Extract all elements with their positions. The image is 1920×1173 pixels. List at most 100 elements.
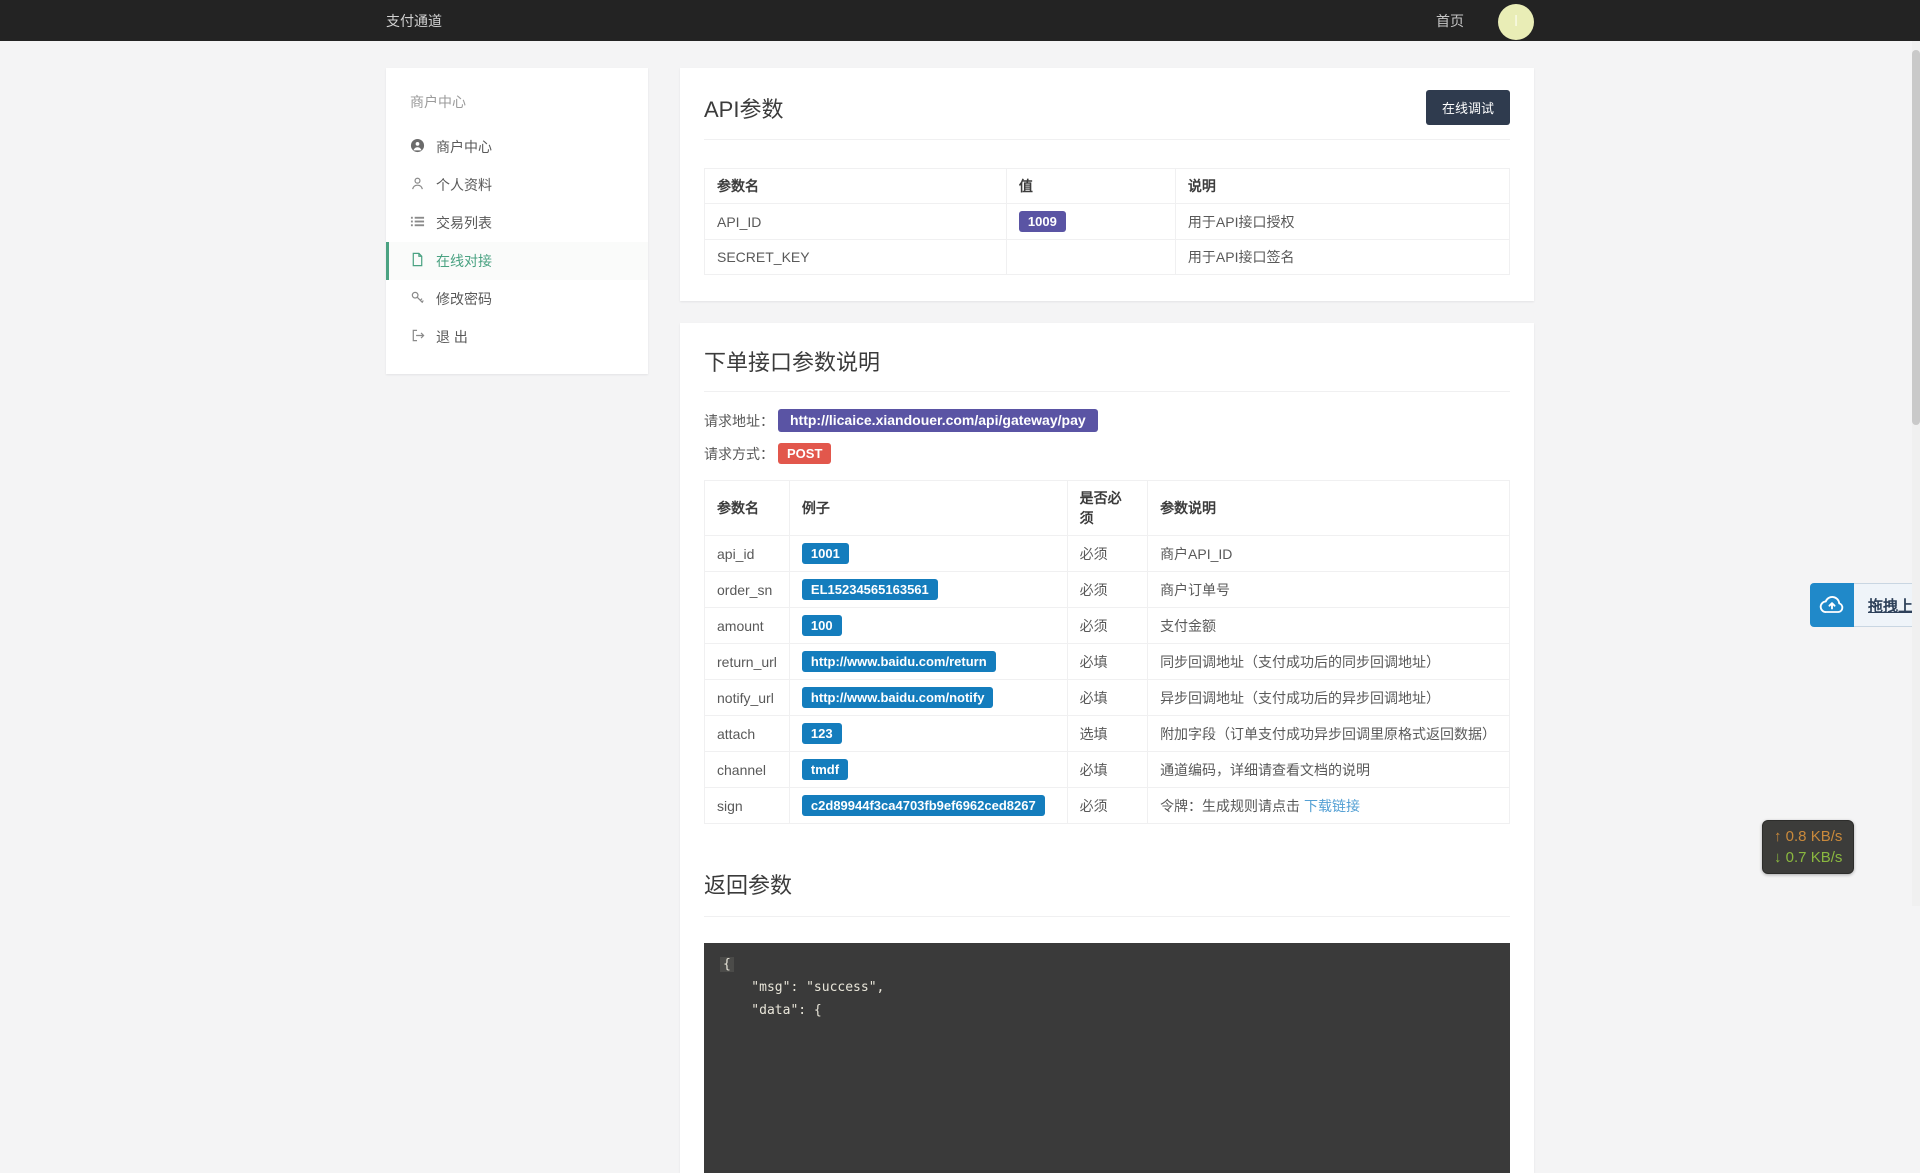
request-method-label: 请求方式： (704, 445, 774, 462)
param-value-cell (1005, 239, 1176, 275)
upload-arrow-icon: ↑ (1774, 828, 1782, 845)
table-row: API_ID 1009 用于API接口授权 (704, 203, 1511, 240)
param-desc-cell: 附加字段（订单支付成功异步回调里原格式返回数据） (1147, 715, 1510, 752)
api-params-table: 参数名 值 说明 API_ID 1009 用于API接口授权 SECRET_KE… (704, 168, 1511, 275)
param-required-cell: 必须 (1066, 571, 1149, 608)
param-name-cell: amount (704, 607, 790, 644)
param-name-cell: attach (704, 715, 790, 752)
param-required-cell: 必须 (1066, 787, 1149, 824)
example-badge: http://www.baidu.com/return (801, 651, 996, 672)
scrollbar-track[interactable] (1912, 41, 1920, 906)
param-name-cell: SECRET_KEY (704, 239, 1007, 275)
param-name-cell: api_id (704, 535, 790, 572)
param-desc-cell: 异步回调地址（支付成功后的异步回调地址） (1147, 679, 1510, 716)
param-name-cell: notify_url (704, 679, 790, 716)
sidebar-item-label: 退 出 (436, 329, 468, 345)
example-badge: EL15234565163561 (801, 579, 938, 600)
sidebar-item-label: 商户中心 (436, 139, 492, 155)
param-name-cell: channel (704, 751, 790, 788)
example-badge: tmdf (801, 759, 849, 780)
example-badge: c2d89944f3ca4703fb9ef6962ced8267 (801, 795, 1045, 816)
order-params-table: 参数名 例子 是否必须 参数说明 api_id 1001 必须 商户API_ID… (704, 480, 1510, 824)
column-header: 参数名 (704, 168, 1007, 204)
param-desc-cell: 商户API_ID (1147, 535, 1510, 572)
app-brand: 支付通道 (386, 12, 442, 29)
param-required-cell: 选填 (1066, 715, 1149, 752)
online-debug-button[interactable]: 在线调试 (1425, 90, 1510, 125)
response-code-block: { "msg": "success", "data": { (704, 943, 1510, 1173)
request-url-label: 请求地址： (704, 412, 774, 429)
column-header: 说明 (1174, 168, 1511, 204)
scrollbar-thumb[interactable] (1912, 50, 1920, 425)
api-params-title: API参数 (704, 96, 784, 122)
code-line: "data": { (720, 1003, 822, 1018)
cloud-upload-icon[interactable] (1810, 583, 1854, 627)
navbar: 支付通道 首页 l (0, 0, 1920, 41)
drag-upload-label[interactable]: 拖拽上传 (1854, 583, 1920, 627)
param-desc-cell: 通道编码，详细请查看文档的说明 (1147, 751, 1510, 788)
param-value-cell: 1009 (1005, 203, 1176, 240)
sidebar-item-label: 交易列表 (436, 215, 492, 231)
file-icon (410, 252, 425, 270)
sidebar-item-label: 在线对接 (436, 253, 492, 269)
example-badge: 100 (801, 615, 842, 636)
request-method-badge: POST (778, 443, 832, 464)
list-icon (410, 214, 425, 232)
table-row: attach 123 选填 附加字段（订单支付成功异步回调里原格式返回数据） (704, 715, 1510, 752)
sidebar-item-logout[interactable]: 退 出 (386, 318, 648, 356)
download-link[interactable]: 下载链接 (1304, 798, 1360, 814)
param-name-cell: API_ID (704, 203, 1007, 240)
param-example-cell: tmdf (788, 751, 1068, 788)
key-icon (410, 290, 425, 308)
param-name-cell: return_url (704, 643, 790, 680)
param-required-cell: 必填 (1066, 643, 1149, 680)
sidebar: 商户中心 商户中心 个人资料 交易列表 在线对接 修改密码 退 出 (386, 68, 648, 374)
table-row: order_sn EL15234565163561 必须 商户订单号 (704, 571, 1510, 608)
param-example-cell: http://www.baidu.com/notify (788, 679, 1068, 716)
example-badge: 123 (801, 723, 842, 744)
sidebar-item-label: 修改密码 (436, 291, 492, 307)
user-icon (410, 176, 425, 194)
sidebar-item-transactions[interactable]: 交易列表 (386, 204, 648, 242)
table-row: amount 100 必须 支付金额 (704, 607, 1510, 644)
code-line: "msg": "success", (720, 980, 885, 995)
param-desc-cell: 支付金额 (1147, 607, 1510, 644)
network-speed-widget: ↑ 0.8 KB/s ↓ 0.7 KB/s (1762, 820, 1855, 874)
example-badge: http://www.baidu.com/notify (801, 687, 994, 708)
download-arrow-icon: ↓ (1774, 849, 1782, 866)
sidebar-item-label: 个人资料 (436, 177, 492, 193)
param-desc-cell: 令牌：生成规则请点击 下载链接 (1147, 787, 1510, 824)
code-line: { (720, 953, 1494, 976)
table-row: notify_url http://www.baidu.com/notify 必… (704, 679, 1510, 716)
column-header: 是否必须 (1066, 480, 1149, 536)
table-row: api_id 1001 必须 商户API_ID (704, 535, 1510, 572)
drag-upload-widget[interactable]: 拖拽上传 (1810, 583, 1920, 627)
nav-home-link[interactable]: 首页 (1436, 11, 1464, 31)
param-desc-cell: 商户订单号 (1147, 571, 1510, 608)
sidebar-item-profile[interactable]: 个人资料 (386, 166, 648, 204)
table-row: return_url http://www.baidu.com/return 必… (704, 643, 1510, 680)
order-api-title: 下单接口参数说明 (704, 350, 881, 375)
param-example-cell: 100 (788, 607, 1068, 644)
sidebar-item-online-api[interactable]: 在线对接 (386, 242, 648, 280)
param-desc-text: 令牌：生成规则请点击 (1160, 797, 1304, 814)
upload-speed: 0.8 KB/s (1785, 828, 1843, 845)
column-header: 参数名 (704, 480, 790, 536)
order-api-card: 下单接口参数说明 请求地址： http://licaice.xiandouer.… (680, 323, 1534, 1173)
sidebar-item-merchant-center[interactable]: 商户中心 (386, 128, 648, 166)
request-url-badge: http://licaice.xiandouer.com/api/gateway… (778, 409, 1098, 432)
sidebar-item-change-password[interactable]: 修改密码 (386, 280, 648, 318)
param-example-cell: 123 (788, 715, 1068, 752)
avatar-letter: l (1514, 13, 1518, 30)
api-params-card: API参数 在线调试 参数名 值 说明 API_ID 1009 用于API接口授… (680, 68, 1534, 301)
user-circle-icon (410, 138, 425, 156)
param-required-cell: 必填 (1066, 679, 1149, 716)
avatar[interactable]: l (1498, 3, 1534, 40)
param-name-cell: order_sn (704, 571, 790, 608)
param-desc-cell: 同步回调地址（支付成功后的同步回调地址） (1147, 643, 1510, 680)
column-header: 值 (1005, 168, 1176, 204)
download-speed: 0.7 KB/s (1785, 849, 1843, 866)
table-row: channel tmdf 必填 通道编码，详细请查看文档的说明 (704, 751, 1510, 788)
example-badge: 1001 (801, 543, 849, 564)
param-required-cell: 必须 (1066, 607, 1149, 644)
